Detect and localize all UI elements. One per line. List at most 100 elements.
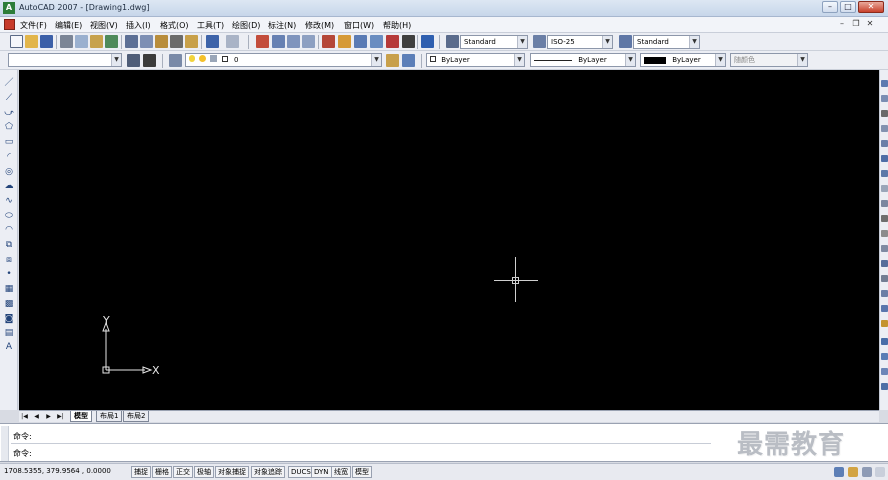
lineweight-toggle[interactable]: 线宽: [331, 466, 351, 478]
model-toggle[interactable]: 模型: [352, 466, 372, 478]
pan-icon[interactable]: [256, 35, 269, 48]
rectangle-icon[interactable]: ▭: [3, 137, 15, 147]
markup-icon[interactable]: [386, 35, 399, 48]
region-icon[interactable]: ◙: [3, 314, 15, 324]
fillet-icon[interactable]: [881, 305, 888, 312]
menu-dimension[interactable]: 标注(N): [268, 20, 296, 31]
line-icon[interactable]: ／: [3, 78, 15, 88]
spline-icon[interactable]: ∿: [3, 196, 15, 206]
workspace-settings-icon[interactable]: [127, 54, 140, 67]
minimize-button[interactable]: –: [822, 1, 838, 13]
offset-icon[interactable]: [881, 125, 888, 132]
chamfer-icon[interactable]: [881, 290, 888, 297]
communication-center-icon[interactable]: [834, 467, 844, 477]
ellipse-icon[interactable]: ⬭: [3, 211, 15, 221]
osnap-toggle[interactable]: 对象捕捉: [215, 466, 249, 478]
tool-palettes-icon[interactable]: [354, 35, 367, 48]
layer-manager-icon[interactable]: [169, 54, 182, 67]
zoom-window-icon[interactable]: [287, 35, 300, 48]
polyline-edit-icon[interactable]: [881, 383, 888, 390]
make-layer-current-icon[interactable]: [386, 54, 399, 67]
tab-layout1[interactable]: 布局1: [96, 411, 123, 422]
table-style-select[interactable]: Standard ▼: [633, 35, 700, 49]
command-window-grip[interactable]: [1, 426, 9, 461]
polygon-icon[interactable]: ⬠: [3, 122, 15, 132]
trim-icon[interactable]: [881, 215, 888, 222]
table-icon[interactable]: ▤: [3, 328, 15, 338]
circle-icon[interactable]: ◎: [3, 167, 15, 177]
my-workspace-icon[interactable]: [143, 54, 156, 67]
cut-icon[interactable]: [125, 35, 138, 48]
doc-restore-button[interactable]: ❐: [850, 19, 862, 30]
plot-preview-icon[interactable]: [75, 35, 88, 48]
paste-icon[interactable]: [155, 35, 168, 48]
mirror-icon[interactable]: [881, 110, 888, 117]
menu-insert[interactable]: 插入(I): [126, 20, 151, 31]
menu-draw[interactable]: 绘图(D): [232, 20, 260, 31]
zoom-realtime-icon[interactable]: [272, 35, 285, 48]
point-icon[interactable]: •: [3, 269, 15, 279]
prev-tab-button[interactable]: ◀: [32, 412, 41, 421]
copy-icon[interactable]: [140, 35, 153, 48]
extend-icon[interactable]: [881, 230, 888, 237]
match-properties-icon[interactable]: [170, 35, 183, 48]
ortho-toggle[interactable]: 正交: [173, 466, 193, 478]
menu-view[interactable]: 视图(V): [90, 20, 118, 31]
design-center-icon[interactable]: [338, 35, 351, 48]
copy-object-icon[interactable]: [881, 95, 888, 102]
block-editor-icon[interactable]: [185, 35, 198, 48]
menu-format[interactable]: 格式(O): [160, 20, 189, 31]
join-icon[interactable]: [881, 275, 888, 282]
drawing-canvas[interactable]: Y X: [19, 70, 879, 410]
make-block-icon[interactable]: ⧈: [3, 255, 15, 265]
polyline-icon[interactable]: ⤻: [3, 108, 15, 118]
polar-toggle[interactable]: 极轴: [194, 466, 214, 478]
hatch-icon[interactable]: ▦: [3, 284, 15, 294]
undo-icon[interactable]: [206, 35, 219, 48]
insert-block-icon[interactable]: ⧉: [3, 240, 15, 250]
zoom-previous-icon[interactable]: [302, 35, 315, 48]
grid-toggle[interactable]: 栅格: [152, 466, 172, 478]
new-icon[interactable]: [10, 35, 23, 48]
close-button[interactable]: ✕: [858, 1, 884, 13]
break-icon[interactable]: [881, 260, 888, 267]
text-edit-icon[interactable]: [881, 353, 888, 360]
document-icon[interactable]: [4, 19, 15, 30]
tab-model[interactable]: 模型: [70, 411, 92, 422]
erase-icon[interactable]: [881, 80, 888, 87]
clean-screen-icon[interactable]: [875, 467, 885, 477]
sheet-set-icon[interactable]: [370, 35, 383, 48]
publish-icon[interactable]: [90, 35, 103, 48]
menu-modify[interactable]: 修改(M): [305, 20, 334, 31]
workspace-select[interactable]: ▼: [8, 53, 122, 67]
linetype-select[interactable]: ByLayer ▼: [530, 53, 636, 67]
last-tab-button[interactable]: ▶|: [56, 412, 65, 421]
ducs-toggle[interactable]: DUCS: [288, 466, 314, 478]
layer-select[interactable]: 0 ▼: [185, 53, 382, 67]
save-icon[interactable]: [40, 35, 53, 48]
revision-cloud-icon[interactable]: ☁: [3, 181, 15, 191]
rotate-icon[interactable]: [881, 170, 888, 177]
construction-line-icon[interactable]: ⟋: [3, 93, 15, 103]
explode-icon[interactable]: [881, 320, 888, 327]
doc-close-button[interactable]: ✕: [864, 19, 876, 30]
text-style-icon[interactable]: [446, 35, 459, 48]
redo-icon[interactable]: [226, 35, 239, 48]
3d-dwf-icon[interactable]: [105, 35, 118, 48]
arc-icon[interactable]: ◜: [3, 152, 15, 162]
next-tab-button[interactable]: ▶: [44, 412, 53, 421]
plot-style-select[interactable]: 随颜色 ▼: [730, 53, 808, 67]
multiline-text-icon[interactable]: A: [3, 342, 15, 352]
calculator-icon[interactable]: [402, 35, 415, 48]
open-icon[interactable]: [25, 35, 38, 48]
color-select[interactable]: ByLayer ▼: [426, 53, 525, 67]
help-icon[interactable]: [421, 35, 434, 48]
hatch-edit-icon[interactable]: [881, 368, 888, 375]
gradient-icon[interactable]: ▩: [3, 299, 15, 309]
first-tab-button[interactable]: |◀: [20, 412, 29, 421]
dim-style-select[interactable]: ISO-25 ▼: [547, 35, 613, 49]
move-icon[interactable]: [881, 155, 888, 162]
otrack-toggle[interactable]: 对象追踪: [251, 466, 285, 478]
table-style-icon[interactable]: [619, 35, 632, 48]
snap-toggle[interactable]: 捕捉: [131, 466, 151, 478]
